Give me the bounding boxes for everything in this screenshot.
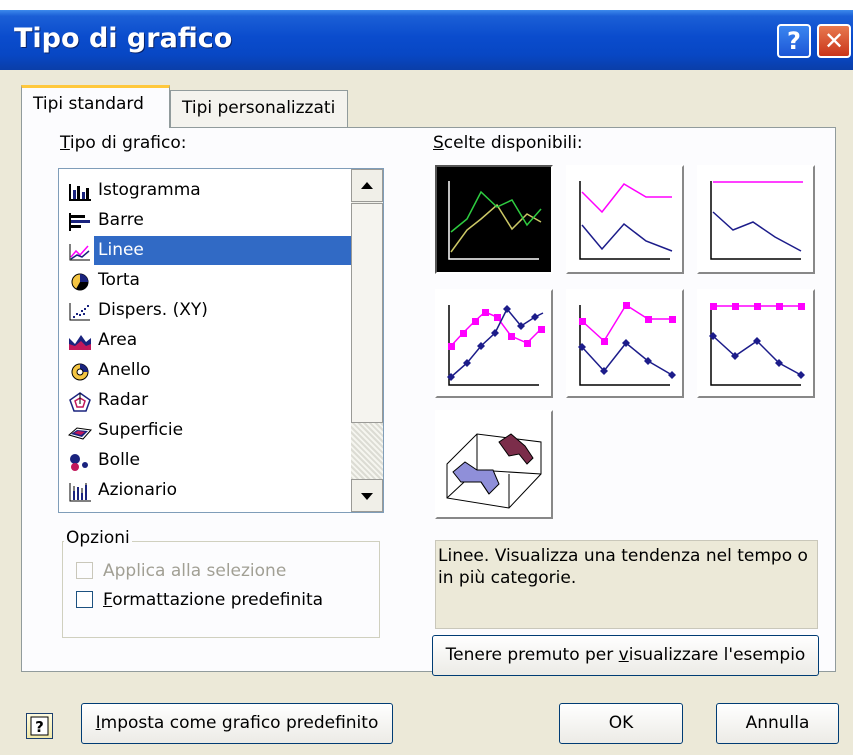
close-button[interactable]: ✕: [817, 24, 851, 58]
scatter-chart-icon: [69, 303, 90, 321]
stacked-line-with-markers-subtype-preview: [578, 302, 676, 386]
list-item[interactable]: Torta: [67, 266, 349, 296]
default-formatting-label[interactable]: Formattazione predefinita: [103, 590, 323, 610]
list-item[interactable]: Anello: [67, 356, 349, 386]
options-legend: Opzioni: [64, 528, 132, 548]
subtypes-label: Scelte disponibili:: [433, 133, 583, 153]
dialog-title: Tipo di grafico: [14, 23, 233, 54]
stock-chart-icon: [69, 483, 91, 502]
list-item[interactable]: Bolle: [67, 446, 349, 476]
arrow-down-icon: [361, 493, 373, 500]
list-item[interactable]: Superficie: [67, 416, 349, 446]
surface-chart-icon: [68, 427, 92, 440]
area-chart-icon: [69, 335, 91, 350]
chart-type-dialog: Tipo di grafico ? ✕ Tipi personalizzati …: [0, 10, 853, 755]
radar-chart-icon: [69, 392, 91, 412]
set-as-default-chart-button[interactable]: Imposta come grafico predefinito: [81, 703, 393, 744]
tab-standard-types[interactable]: Tipi standard: [21, 85, 170, 128]
default-formatting-checkbox[interactable]: [76, 591, 93, 608]
tab-custom-types[interactable]: Tipi personalizzati: [170, 90, 348, 127]
chart-type-list[interactable]: Istogramma Barre Linee Torta Dispers. (X…: [58, 168, 384, 513]
line-chart-icon: [68, 242, 92, 262]
100-percent-stacked-line-with-markers-subtype-thumbnail[interactable]: [697, 289, 815, 398]
bar-chart-icon: [69, 213, 90, 231]
chart-type-label: Tipo di grafico:: [60, 133, 187, 153]
press-and-hold-preview-button[interactable]: Tenere premuto per visualizzare l'esempi…: [432, 635, 819, 676]
scroll-up-button[interactable]: [351, 169, 383, 202]
stacked-line-with-markers-subtype-thumbnail[interactable]: [566, 289, 684, 398]
line-subtype-thumbnail[interactable]: [435, 165, 553, 274]
stacked-line-subtype-thumbnail[interactable]: [566, 165, 684, 274]
list-item[interactable]: Area: [67, 326, 349, 356]
list-item[interactable]: Radar: [67, 386, 349, 416]
list-item[interactable]: Linee: [67, 236, 356, 266]
scroll-down-button[interactable]: [351, 479, 383, 512]
apply-to-selection-checkbox: [76, 562, 93, 579]
line-with-markers-subtype-preview: [447, 305, 545, 386]
apply-to-selection-label: Applica alla selezione: [103, 561, 287, 581]
help-question-icon: ?: [30, 716, 49, 736]
svg-text:?: ?: [35, 718, 44, 736]
column-chart-icon: [69, 184, 91, 201]
list-scrollbar[interactable]: [351, 169, 383, 512]
100-percent-stacked-line-subtype-preview: [710, 181, 803, 260]
arrow-up-icon: [361, 182, 373, 189]
stacked-line-subtype-preview: [579, 181, 673, 260]
100-percent-stacked-line-subtype-thumbnail[interactable]: [697, 165, 815, 274]
3d-line-subtype-thumbnail[interactable]: [435, 410, 553, 519]
scroll-track[interactable]: [351, 423, 383, 479]
100-percent-stacked-line-with-markers-subtype-preview: [709, 303, 805, 386]
chart-description: Linee. Visualizza una tendenza nel tempo…: [435, 540, 818, 629]
list-item[interactable]: Dispers. (XY): [67, 296, 349, 326]
list-item[interactable]: Istogramma: [67, 176, 349, 206]
doughnut-chart-icon: [71, 363, 89, 381]
pie-chart-icon: [71, 273, 89, 291]
chart-description-text: Linee. Visualizza una tendenza nel tempo…: [438, 546, 808, 588]
list-item[interactable]: Barre: [67, 206, 349, 236]
title-bar[interactable]: Tipo di grafico ? ✕: [0, 10, 853, 70]
bubble-chart-icon: [70, 454, 88, 471]
line-with-markers-subtype-thumbnail[interactable]: [435, 289, 553, 398]
help-icon-button[interactable]: ?: [26, 713, 53, 739]
line-subtype-preview: [448, 181, 542, 260]
cancel-button[interactable]: Annulla: [716, 703, 839, 744]
scroll-thumb[interactable]: [351, 203, 383, 423]
list-item[interactable]: Azionario: [67, 476, 349, 506]
help-title-button[interactable]: ?: [777, 24, 811, 58]
ok-button[interactable]: OK: [559, 703, 683, 744]
3d-line-subtype-preview: [446, 433, 542, 509]
